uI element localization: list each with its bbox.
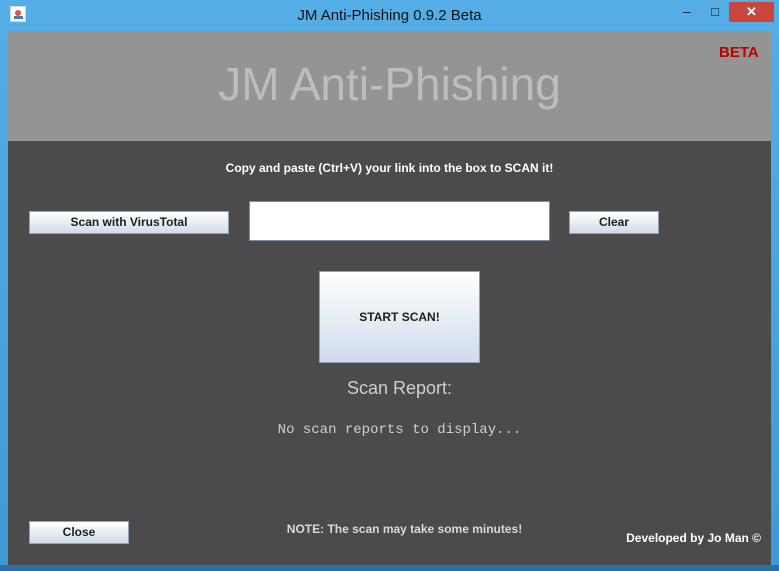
instruction-text: Copy and paste (Ctrl+V) your link into t… (225, 161, 554, 175)
scan-report-title: Scan Report: (346, 378, 453, 398)
minimize-button[interactable]: – (680, 2, 694, 24)
developer-credit: Developed by Jo Man © (626, 531, 761, 545)
scan-report-text: No scan reports to display... (277, 422, 522, 438)
clear-button[interactable]: Clear (569, 211, 659, 234)
window-close-button[interactable]: ✕ (729, 2, 774, 22)
title-bar[interactable]: JM Anti-Phishing 0.9.2 Beta – □ ✕ (0, 0, 779, 30)
taskbar-strip (0, 565, 779, 571)
start-scan-button[interactable]: START SCAN! (319, 271, 480, 363)
window-title: JM Anti-Phishing 0.9.2 Beta (297, 7, 482, 24)
client-area: JM Anti-Phishing BETA Copy and paste (Ct… (8, 31, 771, 565)
maximize-button[interactable]: □ (708, 2, 722, 24)
app-title: JM Anti-Phishing (218, 58, 561, 110)
beta-badge: BETA (719, 44, 759, 61)
application-window: JM Anti-Phishing 0.9.2 Beta – □ ✕ JM Ant… (0, 0, 779, 571)
header-banner: JM Anti-Phishing BETA (8, 31, 771, 141)
url-input[interactable] (249, 201, 550, 241)
scan-virustotal-button[interactable]: Scan with VirusTotal (29, 211, 229, 234)
